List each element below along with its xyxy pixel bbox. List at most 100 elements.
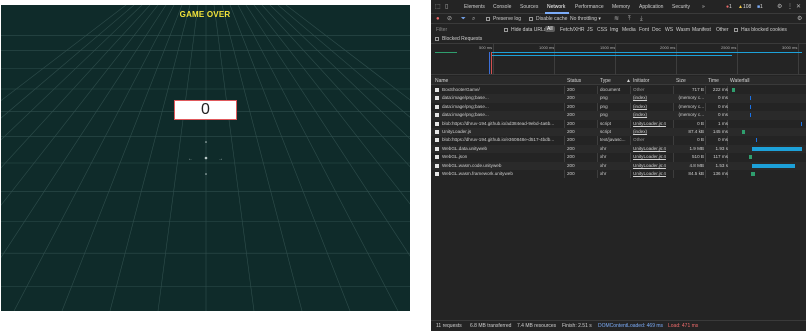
request-size: 0 B (697, 137, 704, 143)
request-time: 117 ms (713, 154, 728, 160)
timeline-overview[interactable]: 500 ms 1000 ms 1500 ms 2000 ms 2500 ms 3… (431, 44, 806, 75)
request-status: 200 (567, 137, 575, 143)
request-row[interactable]: blob:https://dhruv-194.github.io/ad384ea… (431, 120, 806, 128)
request-row[interactable]: WebGL.wasm.code.unityweb 200 xhr UnityLoade… (431, 161, 806, 170)
import-har-icon[interactable]: ⤒ (628, 16, 631, 22)
game-canvas[interactable]: ← → (1, 5, 410, 311)
filter-type-img[interactable]: Img (610, 27, 618, 33)
column-name[interactable]: Name (435, 78, 448, 84)
request-row[interactable]: data:image/png;base... 200 png (index) (memo… (431, 111, 806, 120)
file-icon (435, 163, 439, 168)
request-type: script (600, 120, 611, 126)
has-blocked-cookies-checkbox[interactable] (734, 28, 738, 32)
record-icon[interactable]: ● (436, 16, 440, 22)
request-type: xhr (600, 154, 607, 160)
request-initiator[interactable]: UnityLoader.js:4 (633, 120, 672, 128)
hide-data-urls-checkbox[interactable] (504, 28, 508, 32)
info-count: 1 (760, 4, 763, 10)
tab-console[interactable]: Console (493, 4, 511, 10)
column-size[interactable]: Size (676, 78, 686, 84)
request-initiator[interactable]: (index) (633, 103, 672, 111)
filter-type-other[interactable]: Other (716, 27, 729, 33)
filter-icon[interactable]: ⏷ (461, 16, 466, 22)
filter-input[interactable]: Filter (436, 27, 496, 33)
request-initiator[interactable]: (index) (633, 111, 672, 119)
request-status: 200 (567, 87, 575, 92)
filter-type-doc[interactable]: Doc (652, 27, 661, 33)
more-tabs-button[interactable]: » (702, 4, 705, 10)
throttling-select[interactable]: No throttling ▾ (570, 16, 601, 22)
column-status[interactable]: Status (567, 78, 581, 84)
info-badge[interactable]: ■1 (757, 4, 763, 10)
game-viewport[interactable]: ← → GAME OVER 0 (0, 0, 410, 311)
tab-network[interactable]: Network (547, 4, 565, 10)
filter-type-wasm[interactable]: Wasm (676, 27, 690, 33)
error-badge[interactable]: ●1 (726, 4, 732, 10)
request-row[interactable]: BoxShooterGame/200 document Other 717 B 222 … (431, 86, 806, 94)
request-row[interactable]: UnityLoader.js 200 script (index) 87.4 kB 145… (431, 128, 806, 137)
inspect-element-icon[interactable]: ⬚ (435, 4, 441, 10)
request-size: 87.4 kB (688, 129, 704, 134)
request-row[interactable]: data:image/png;base... 200 png (index) (memo… (431, 94, 806, 103)
timeline-tick-label: 3000 ms (782, 45, 798, 50)
column-type[interactable]: Type (600, 78, 611, 84)
request-initiator[interactable]: UnityLoader.js:4 (633, 153, 672, 161)
request-time: 136 ms (712, 171, 728, 176)
request-row[interactable]: blob:https://dhruv-194.github.io/e360848… (431, 136, 806, 144)
export-har-icon[interactable]: ⤓ (640, 16, 643, 22)
waterfall-bar (751, 163, 795, 168)
finish-time: Finish: 2.51 s (562, 323, 592, 329)
tab-memory[interactable]: Memory (612, 4, 630, 10)
waterfall-bar (742, 130, 746, 134)
column-initiator[interactable]: Initiator (633, 78, 649, 84)
filter-type-ws[interactable]: WS (665, 27, 673, 33)
filter-type-media[interactable]: Media (622, 27, 636, 33)
request-row[interactable]: WebGL.data.unityweb 200 xhr UnityLoader.js:… (431, 144, 806, 154)
preserve-log-checkbox[interactable] (486, 17, 490, 21)
tab-performance[interactable]: Performance (575, 4, 604, 10)
device-toolbar-icon[interactable]: ▯ (445, 4, 448, 10)
request-row[interactable]: data:image/png;base... 200 png (index) (memo… (431, 103, 806, 111)
tab-security[interactable]: Security (672, 4, 690, 10)
more-options-icon[interactable]: ⋮ (787, 4, 793, 10)
filter-all-button[interactable]: All (545, 26, 555, 32)
filter-type-font[interactable]: Font (639, 27, 649, 33)
tab-application[interactable]: Application (639, 4, 663, 10)
crosshair-left: ← (188, 156, 193, 162)
request-row[interactable]: WebGL.json 200 xhr UnityLoader.js:4 510 B 117… (431, 153, 806, 161)
close-devtools-icon[interactable]: ✕ (796, 4, 801, 10)
network-conditions-icon[interactable]: ≋ (614, 16, 619, 22)
warning-badge[interactable]: ▲108 (738, 4, 751, 10)
request-initiator[interactable]: UnityLoader.js:4 (633, 162, 672, 170)
filter-type-css[interactable]: CSS (597, 27, 607, 33)
request-size: 84.5 kB (688, 171, 704, 176)
request-type: document (600, 87, 621, 92)
request-name: data:image/png;base... (442, 103, 489, 109)
blocked-requests-checkbox[interactable] (435, 37, 439, 41)
request-initiator[interactable]: UnityLoader.js:4 (633, 170, 672, 178)
request-initiator[interactable]: (index) (633, 94, 672, 102)
request-initiator[interactable]: UnityLoader.js:4 (633, 145, 672, 153)
request-time: 1.53 s (715, 162, 728, 168)
search-icon[interactable]: ⌕ (472, 16, 475, 22)
settings-gear-icon[interactable]: ⚙ (777, 4, 782, 10)
filter-type-js[interactable]: JS (587, 27, 593, 33)
column-time[interactable]: Time (708, 78, 719, 84)
filter-type-manifest[interactable]: Manifest (692, 27, 711, 33)
request-status: 200 (567, 103, 575, 109)
clear-icon[interactable]: ⊘ (447, 16, 452, 22)
request-type: png (600, 95, 608, 101)
request-name: data:image/png;base... (442, 95, 489, 101)
tab-sources[interactable]: Sources (520, 4, 538, 10)
waterfall-bar (732, 88, 736, 92)
crosshair-right: → (218, 156, 223, 162)
disable-cache-checkbox[interactable] (529, 17, 533, 21)
column-waterfall[interactable]: Waterfall (730, 78, 750, 84)
filter-type-fetch-xhr[interactable]: Fetch/XHR (560, 27, 584, 33)
file-icon (435, 121, 439, 126)
tab-elements[interactable]: Elements (464, 4, 485, 10)
request-name: UnityLoader.js (442, 129, 472, 134)
request-row[interactable]: WebGL.wasm.framework.unityweb 200 xhr Unity… (431, 170, 806, 178)
request-initiator[interactable]: (index) (633, 128, 672, 136)
network-settings-gear-icon[interactable]: ⚙ (797, 16, 802, 22)
